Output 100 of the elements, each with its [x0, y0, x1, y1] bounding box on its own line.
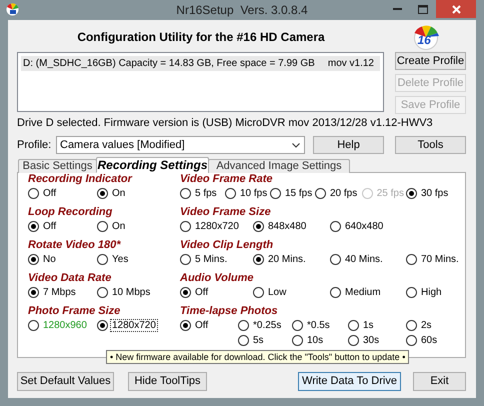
option-label: Off [194, 319, 210, 332]
tab[interactable]: Advanced Image Settings [208, 159, 350, 173]
radio-button[interactable] [292, 320, 303, 331]
help-button[interactable]: Help [313, 136, 384, 154]
radio-button[interactable] [28, 188, 39, 199]
option-label: Yes [111, 253, 130, 266]
option-label: *0.5s [306, 319, 331, 332]
group-heading: Video Data Rate [28, 272, 112, 285]
group-heading: Loop Recording [28, 206, 114, 219]
radio-button[interactable] [406, 287, 417, 298]
window-title: Nr16Setup Vers. 3.0.8.4 [176, 2, 308, 19]
action-button[interactable]: Write Data To Drive [298, 372, 401, 391]
radio-button[interactable] [292, 335, 303, 346]
option-label: 1280x960 [42, 319, 88, 332]
radio-button[interactable] [97, 254, 108, 265]
radio-button[interactable] [28, 287, 39, 298]
minimize-icon [392, 8, 402, 10]
option-label: 10 Mbps [111, 286, 152, 299]
radio-button[interactable] [28, 320, 39, 331]
radio-button[interactable] [28, 254, 39, 265]
radio-button[interactable] [348, 335, 359, 346]
option-label: 1s [362, 319, 375, 332]
option-label: 20 Mins. [267, 253, 307, 266]
profile-button[interactable]: Create Profile [395, 52, 466, 70]
profile-value: Camera values [Modified] [60, 138, 185, 153]
radio-button[interactable] [315, 188, 326, 199]
status-text: Drive D selected. Firmware version is (USB) MicroDVR mov 2013/12/28 v1.12-HWV3 [17, 116, 434, 130]
radio-button[interactable] [97, 188, 108, 199]
option-label: Off [42, 187, 58, 200]
radio-button[interactable] [180, 287, 191, 298]
option-label: 60s [420, 334, 438, 347]
option-label: High [420, 286, 443, 299]
option-label: 5 fps [194, 187, 218, 200]
radio-button[interactable] [180, 221, 191, 232]
radio-button[interactable] [406, 335, 417, 346]
option-label: On [111, 220, 126, 233]
option-label: 848x480 [267, 220, 308, 233]
radio-button[interactable] [406, 188, 417, 199]
radio-button[interactable] [238, 335, 249, 346]
option-label: 40 Mins. [344, 253, 384, 266]
option-label: 10s [306, 334, 324, 347]
drive-list-item[interactable]: D: (M_SDHC_16GB) Capacity = 14.83 GB, Free space = 7.99 GB mov v1.12 [21, 56, 380, 71]
option-label: 70 Mins. [420, 253, 460, 266]
radio-button[interactable] [97, 287, 108, 298]
close-button[interactable] [436, 0, 476, 18]
radio-button[interactable] [253, 287, 264, 298]
option-label: 640x480 [344, 220, 384, 233]
option-label: Medium [344, 286, 382, 299]
close-icon [452, 4, 460, 14]
option-label: 5 Mins. [194, 253, 228, 266]
profile-dropdown[interactable]: Camera values [Modified] [56, 136, 305, 154]
radio-button[interactable] [180, 254, 191, 265]
option-label: 30s [362, 334, 380, 347]
radio-button[interactable] [406, 320, 417, 331]
firmware-version: mov v1.12 [328, 57, 375, 71]
option-label: *0.25s [252, 319, 282, 332]
radio-button[interactable] [270, 188, 281, 199]
radio-button[interactable] [406, 254, 417, 265]
radio-button[interactable] [180, 188, 191, 199]
radio-button[interactable] [97, 221, 108, 232]
logo-text: 16 [418, 34, 431, 46]
option-label: 5s [252, 334, 265, 347]
option-label: 15 fps [284, 187, 314, 200]
group-heading: Rotate Video 180* [28, 239, 122, 252]
profile-label: Profile: [17, 138, 52, 153]
option-label: 2s [420, 319, 433, 332]
option-label: 1280x720 [194, 220, 240, 233]
tab[interactable]: Recording Settings [96, 157, 209, 173]
maximize-icon [418, 4, 428, 14]
radio-button[interactable] [28, 221, 39, 232]
tools-button[interactable]: Tools [395, 136, 466, 154]
action-button[interactable]: Hide ToolTips [128, 372, 207, 391]
option-label: No [42, 253, 57, 266]
option-label: 7 Mbps [42, 286, 77, 299]
group-heading: Video Frame Rate [180, 173, 274, 186]
option-label: 30 fps [420, 187, 450, 200]
radio-button[interactable] [253, 254, 264, 265]
radio-button[interactable] [330, 254, 341, 265]
option-label: 1280x720 [110, 319, 158, 332]
radio-button[interactable] [238, 320, 249, 331]
option-label: 25 fps [376, 187, 405, 200]
radio-button[interactable] [348, 320, 359, 331]
radio-button[interactable] [330, 287, 341, 298]
tooltip: • New firmware available for download. Click the "Tools" button to update • [106, 350, 410, 364]
action-button[interactable]: Set Default Values [17, 372, 114, 391]
radio-button[interactable] [180, 320, 191, 331]
tab[interactable]: Basic Settings [18, 159, 97, 173]
chevron-icon [292, 142, 300, 148]
radio-button[interactable] [330, 221, 341, 232]
radio-button[interactable] [225, 188, 236, 199]
group-heading: Audio Volume [180, 272, 255, 285]
option-label: 10 fps [239, 187, 268, 200]
option-label: 20 fps [329, 187, 358, 200]
logo [412, 24, 440, 50]
radio-button[interactable] [97, 320, 108, 331]
action-button[interactable]: Exit [413, 372, 466, 391]
group-heading: Time-lapse Photos [180, 305, 279, 318]
group-heading: Video Clip Length [180, 239, 274, 252]
radio-button[interactable] [253, 221, 264, 232]
drive-info: D: (M_SDHC_16GB) Capacity = 14.83 GB, Free space = 7.99 GB [23, 57, 315, 71]
